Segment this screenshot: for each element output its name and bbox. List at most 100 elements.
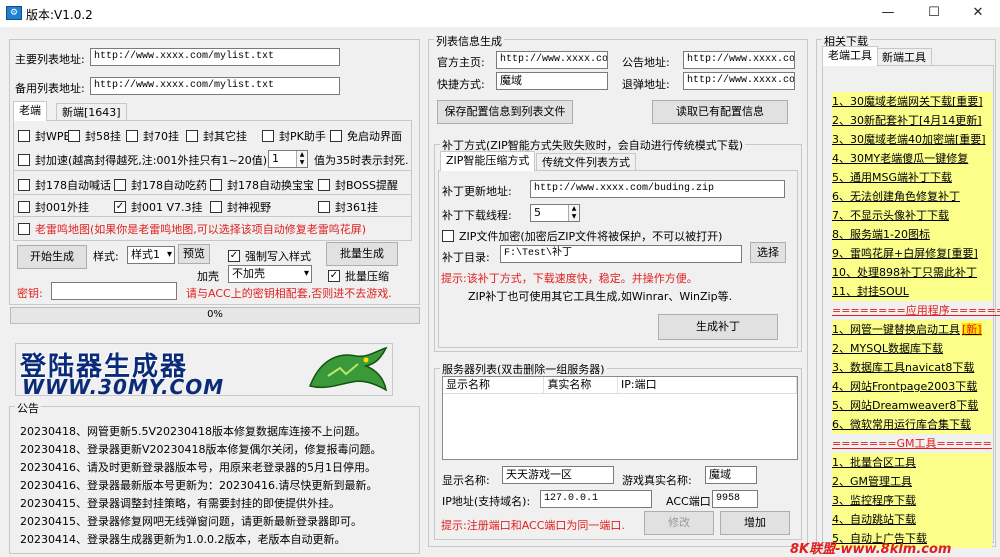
progress-text: 0% [207,309,223,320]
refund-label: 退弹地址: [622,78,670,91]
block-speed-checkbox[interactable]: 封加速(越高封得越死,注:001外挂只有1~20值) [18,152,267,168]
download-link-label: 2、GM管理工具 [832,475,913,488]
block-178-potion-checkbox[interactable]: 封178自动吃药 [114,177,207,193]
download-link-label: 5、通用MSG端补丁下载 [832,171,952,184]
server-table[interactable]: 显示名称 真实名称 IP:端口 [442,376,798,460]
minimize-button[interactable]: — [866,2,910,24]
notice-url-input[interactable]: http://www.xxxx.com [683,51,795,69]
skip-launch-checkbox[interactable]: 免启动界面 [330,128,402,144]
start-generate-button[interactable]: 开始生成 [17,245,87,269]
tab-zip-mode[interactable]: ZIP智能压缩方式 [440,151,536,171]
patch-dir-input[interactable]: F:\Test\补丁 [500,245,742,263]
download-link-label: 4、30MY老端傻瓜一键修复 [832,152,969,165]
tab-old-client[interactable]: 老端 [13,101,47,121]
refund-input[interactable]: http://www.xxxx.com [683,72,795,90]
speed-spinner[interactable]: 1 ▲ ▼ [268,150,308,168]
block-001v73-checkbox[interactable]: ✓ 封001 V7.3挂 [114,199,203,215]
download-link[interactable]: 7、不显示头像补丁下载 [832,206,992,225]
key-hint: 请与ACC上的密钥相配套,否则进不去游戏. [186,287,392,300]
patch-dir-label: 补丁目录: [442,251,490,264]
read-config-button[interactable]: 读取已有配置信息 [652,100,788,124]
generate-patch-button[interactable]: 生成补丁 [658,314,778,340]
acc-port-input[interactable]: 9958 [712,490,758,508]
download-link[interactable]: 5、网站Dreamweaver8下载 [832,396,992,415]
download-link[interactable]: 9、雷鸣花屏+白屏修复[重要] [832,244,992,263]
section-separator: =======GM工具====== [832,437,992,450]
main-url-label: 主要列表地址: [15,53,85,66]
batch-compress-checkbox[interactable]: ✓ 批量压缩 [328,268,389,284]
key-input[interactable] [51,282,177,300]
real-name-input[interactable]: 魔域 [705,466,757,484]
zip-encrypt-checkbox[interactable]: ZIP文件加密(加密后ZIP文件将被保护，不可以被打开) [442,228,722,244]
shortcut-input[interactable]: 魔域 [496,72,608,90]
table-header: 显示名称 真实名称 IP:端口 [443,377,798,394]
patch-url-input[interactable]: http://www.xxxx.com/buding.zip [530,180,785,198]
download-link[interactable]: 2、30新配套补丁[4月14更新] [832,111,992,130]
force-write-checkbox[interactable]: ✓ 强制写入样式 [228,248,311,264]
block-pk-checkbox[interactable]: 封PK助手 [262,128,326,144]
add-button[interactable]: 增加 [720,511,790,535]
block-178-shout-checkbox[interactable]: 封178自动喊话 [18,177,111,193]
block-178-pet-checkbox[interactable]: 封178自动换宝宝 [210,177,314,193]
old-thunder-map-checkbox[interactable]: 老雷鸣地图(如果你是老雷鸣地图,可以选择该项自动修复老雷鸣花屏) [18,221,366,237]
block-361-checkbox[interactable]: 封361挂 [318,199,378,215]
maximize-button[interactable]: ☐ [912,2,956,24]
col-real-name[interactable]: 真实名称 [544,377,619,393]
download-link[interactable]: 10、处理898补丁只需此补丁 [832,263,992,282]
download-link[interactable]: 3、30魔域老端40加密端[重要] [832,130,992,149]
download-link[interactable]: 1、批量合区工具 [832,453,992,472]
col-ip-port[interactable]: IP:端口 [618,377,798,393]
patch-tip-2: ZIP补丁也可使用其它工具生成,如Winrar、WinZip等. [468,290,733,303]
download-link[interactable]: 3、监控程序下载 [832,491,992,510]
batch-generate-button[interactable]: 批量生成 [326,242,398,266]
download-link-label: 4、自动跳站下载 [832,513,916,526]
preview-button[interactable]: 预览 [178,244,210,264]
divider [13,194,412,195]
download-link-label: 9、雷鸣花屏+白屏修复[重要] [832,247,978,260]
block-58-checkbox[interactable]: 封58挂 [68,128,121,144]
choose-dir-button[interactable]: 选择 [750,242,786,263]
list-info-title: 列表信息生成 [434,33,504,49]
download-link[interactable]: 2、MYSQL数据库下载 [832,339,992,358]
block-god-view-checkbox[interactable]: 封神视野 [210,199,271,215]
download-link[interactable]: 6、无法创建角色修复补丁 [832,187,992,206]
backup-url-input[interactable]: http://www.xxxx.com/mylist.txt [90,77,340,95]
download-link-label: 10、处理898补丁只需此补丁 [832,266,977,279]
download-link[interactable]: 2、GM管理工具 [832,472,992,491]
download-link-label: 11、封挂SOUL [832,285,909,298]
close-button[interactable]: ✕ [956,2,1000,24]
block-70-checkbox[interactable]: 封70挂 [126,128,179,144]
modify-button[interactable]: 修改 [644,511,714,535]
notice-item: 20230415、登录器调整封挂策略，有需要封挂的即使提供外挂。 [20,497,340,510]
block-other-checkbox[interactable]: 封其它挂 [186,128,247,144]
download-link[interactable]: 4、网站Frontpage2003下载 [832,377,992,396]
ip-input[interactable]: 127.0.0.1 [540,490,652,508]
download-link[interactable]: 1、网管一键替换启动工具 [新] [832,320,992,339]
download-link[interactable]: 4、30MY老端傻瓜一键修复 [832,149,992,168]
download-link[interactable]: 6、微软常用运行库合集下载 [832,415,992,434]
download-link[interactable]: 1、30魔域老端网关下载[重要] [832,92,992,111]
display-name-input[interactable]: 天天游戏一区 [502,466,614,484]
tab-new-client[interactable]: 新端[1643] [56,103,127,121]
col-display-name[interactable]: 显示名称 [443,377,545,393]
download-link[interactable]: 11、封挂SOUL [832,282,992,301]
home-input[interactable]: http://www.xxxx.com [496,51,608,69]
ip-label: IP地址(支持域名): [442,495,531,508]
download-link[interactable]: 4、自动跳站下载 [832,510,992,529]
main-url-input[interactable]: http://www.xxxx.com/mylist.txt [90,48,340,66]
download-link[interactable]: 3、数据库工具navicat8下载 [832,358,992,377]
style-select[interactable]: 样式1 [127,246,175,264]
key-label: 密钥: [17,287,43,300]
download-link[interactable]: 5、通用MSG端补丁下载 [832,168,992,187]
download-link[interactable]: 8、服务端1-20图标 [832,225,992,244]
block-boss-checkbox[interactable]: 封BOSS提醒 [318,177,398,193]
patch-threads-spinner[interactable]: 5 ▲ ▼ [530,204,580,222]
shell-select[interactable]: 不加壳 [228,265,312,283]
block-001-checkbox[interactable]: 封001外挂 [18,199,89,215]
tab-old-tools[interactable]: 老端工具 [822,46,878,66]
block-wpe-checkbox[interactable]: 封WPE [18,128,70,144]
tab-list-mode[interactable]: 传统文件列表方式 [536,153,636,171]
save-config-button[interactable]: 保存配置信息到列表文件 [437,100,573,124]
notice-list: 20230418、网管更新5.5V20230418版本修复数据库连接不上问题。 … [20,423,415,554]
tab-new-tools[interactable]: 新端工具 [876,48,932,66]
